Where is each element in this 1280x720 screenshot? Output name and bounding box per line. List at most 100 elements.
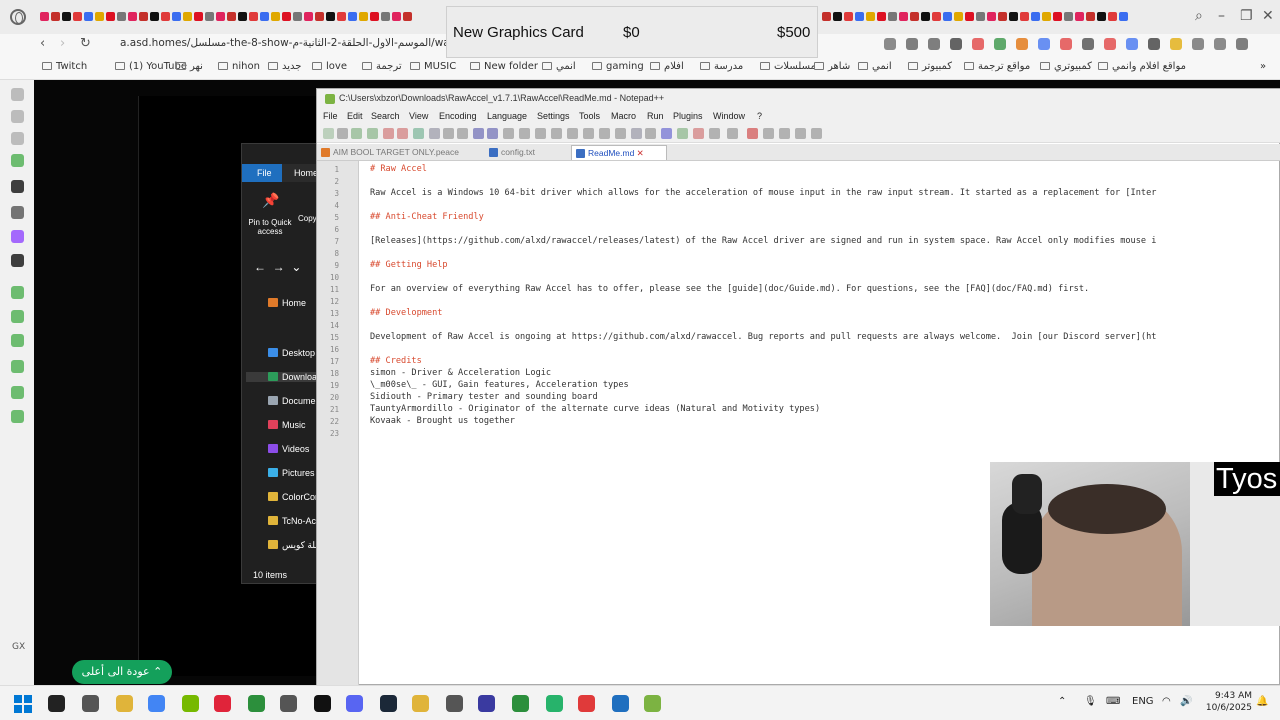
tab-favicon-icon[interactable] <box>1009 12 1018 21</box>
sidebar-app-icon[interactable] <box>11 254 24 267</box>
tab-favicon-icon[interactable] <box>1086 12 1095 21</box>
tab-favicon-icon[interactable] <box>73 12 82 21</box>
tab-favicon-icon[interactable] <box>106 12 115 21</box>
maximize-icon[interactable]: ❐ <box>1240 8 1253 24</box>
file-tab[interactable]: config.txt <box>485 145 567 160</box>
toolbar-icon[interactable] <box>487 128 498 139</box>
explorer-nav-item[interactable]: Music <box>268 420 306 430</box>
toolbar-icon[interactable] <box>615 128 626 139</box>
sidebar-app-icon[interactable] <box>11 110 24 123</box>
tab-favicon-icon[interactable] <box>359 12 368 21</box>
pin-to-quick-access-button[interactable]: Pin to Quick access <box>246 218 294 236</box>
back-arrow-icon[interactable]: ‹ <box>40 36 45 51</box>
taskbar-app-icon[interactable] <box>380 695 397 712</box>
taskbar-app-icon[interactable] <box>48 695 65 712</box>
taskbar-app-icon[interactable] <box>478 695 495 712</box>
minimize-icon[interactable]: – <box>1218 8 1225 24</box>
tab-favicon-icon[interactable] <box>205 12 214 21</box>
bookmark-item[interactable]: كمبيوتر <box>908 61 952 72</box>
copy-button[interactable]: Copy <box>298 214 317 223</box>
tab-favicon-icon[interactable] <box>326 12 335 21</box>
taskbar-app-icon[interactable] <box>612 695 629 712</box>
taskbar-app-icon[interactable] <box>644 695 661 712</box>
explorer-nav-item[interactable]: ColorControl <box>268 492 320 502</box>
menu-item[interactable]: Language <box>487 111 527 121</box>
explorer-nav-item[interactable]: Pictures <box>268 468 315 478</box>
toolbar-icon[interactable] <box>429 128 440 139</box>
explorer-nav-item[interactable]: Videos <box>268 444 309 454</box>
bookmarks-overflow-icon[interactable]: » <box>1260 61 1266 72</box>
toolbar-icon[interactable] <box>795 128 806 139</box>
tab-favicon-icon[interactable] <box>40 12 49 21</box>
back-to-top-button[interactable]: عودة الى أعلى ⌃ <box>72 660 172 684</box>
tab-favicon-icon[interactable] <box>888 12 897 21</box>
tab-favicon-icon[interactable] <box>1053 12 1062 21</box>
tab-favicon-icon[interactable] <box>117 12 126 21</box>
tab-favicon-icon[interactable] <box>910 12 919 21</box>
tab-favicon-icon[interactable] <box>337 12 346 21</box>
close-window-icon[interactable]: ✕ <box>1262 8 1274 24</box>
sidebar-app-icon[interactable] <box>11 360 24 373</box>
taskbar-app-icon[interactable] <box>148 695 165 712</box>
toolbar-icon[interactable] <box>661 128 672 139</box>
toolbar-icon[interactable] <box>413 128 424 139</box>
explorer-file-tab[interactable]: File <box>242 164 282 182</box>
reload-icon[interactable]: ↻ <box>80 36 91 51</box>
url-field[interactable]: a.asd.homes/مسلسل-the-8-show-الموسم-الاو… <box>120 37 466 49</box>
tab-favicon-icon[interactable] <box>150 12 159 21</box>
tab-favicon-icon[interactable] <box>227 12 236 21</box>
explorer-home-tab[interactable]: Home <box>294 164 318 182</box>
extension-icon[interactable] <box>1104 38 1116 50</box>
tab-favicon-icon[interactable] <box>216 12 225 21</box>
extension-icon[interactable] <box>994 38 1006 50</box>
tab-favicon-icon[interactable] <box>1097 12 1106 21</box>
sidebar-app-icon[interactable] <box>11 230 24 243</box>
tab-favicon-icon[interactable] <box>128 12 137 21</box>
menu-item[interactable]: Tools <box>579 111 600 121</box>
tab-favicon-icon[interactable] <box>1042 12 1051 21</box>
menu-item[interactable]: View <box>409 111 428 121</box>
toolbar-icon[interactable] <box>811 128 822 139</box>
menu-item[interactable]: Settings <box>537 111 570 121</box>
tab-favicon-icon[interactable] <box>855 12 864 21</box>
bookmark-item[interactable]: MUSIC <box>410 61 456 72</box>
volume-icon[interactable]: 🔊 <box>1180 696 1192 707</box>
menu-item[interactable]: Plugins <box>673 111 703 121</box>
bookmark-item[interactable]: انمي <box>858 61 892 72</box>
toolbar-icon[interactable] <box>473 128 484 139</box>
tab-strip-left[interactable] <box>40 10 440 24</box>
notification-bell-icon[interactable]: 🔔 <box>1256 696 1268 707</box>
bookmark-item[interactable]: كمبيوتري <box>1040 61 1092 72</box>
extension-icon[interactable] <box>928 38 940 50</box>
taskbar-app-icon[interactable] <box>248 695 265 712</box>
bookmark-item[interactable]: مدرسة <box>700 61 743 72</box>
toolbar-icon[interactable] <box>323 128 334 139</box>
extension-icon[interactable] <box>1192 38 1204 50</box>
bookmark-item[interactable]: شاهر <box>814 61 850 72</box>
tab-favicon-icon[interactable] <box>392 12 401 21</box>
sidebar-app-icon[interactable] <box>11 334 24 347</box>
tab-favicon-icon[interactable] <box>348 12 357 21</box>
tab-favicon-icon[interactable] <box>822 12 831 21</box>
toolbar-icon[interactable] <box>337 128 348 139</box>
tab-favicon-icon[interactable] <box>844 12 853 21</box>
tab-favicon-icon[interactable] <box>921 12 930 21</box>
tab-favicon-icon[interactable] <box>370 12 379 21</box>
sidebar-gx-label[interactable]: GX <box>12 642 25 652</box>
extension-icon[interactable] <box>1082 38 1094 50</box>
extension-icon[interactable] <box>1016 38 1028 50</box>
tab-favicon-icon[interactable] <box>51 12 60 21</box>
tab-favicon-icon[interactable] <box>998 12 1007 21</box>
toolbar-icon[interactable] <box>599 128 610 139</box>
microphone-tray-icon[interactable]: 🎙 <box>1084 696 1097 707</box>
tab-favicon-icon[interactable] <box>1020 12 1029 21</box>
tab-favicon-icon[interactable] <box>315 12 324 21</box>
menu-item[interactable]: Edit <box>347 111 363 121</box>
toolbar-icon[interactable] <box>383 128 394 139</box>
sidebar-app-icon[interactable] <box>11 286 24 299</box>
sidebar-app-icon[interactable] <box>11 180 24 193</box>
toolbar-icon[interactable] <box>443 128 454 139</box>
tab-favicon-icon[interactable] <box>271 12 280 21</box>
bookmark-item[interactable]: مسلسلات <box>760 61 816 72</box>
taskbar-app-icon[interactable] <box>346 695 363 712</box>
